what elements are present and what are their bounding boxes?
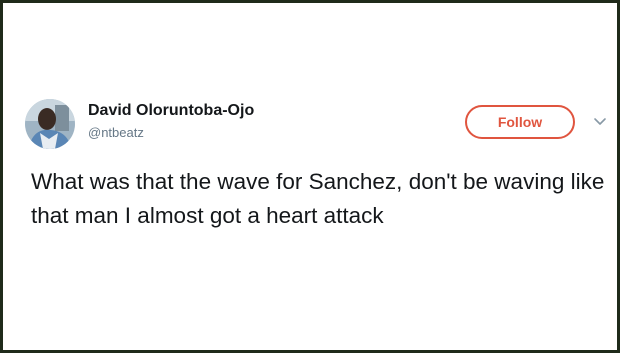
follow-button[interactable]: Follow — [465, 105, 575, 139]
tweet-text: What was that the wave for Sanchez, don'… — [31, 169, 605, 228]
avatar[interactable] — [25, 99, 75, 149]
chevron-down-icon[interactable] — [593, 114, 607, 128]
author-display-name[interactable]: David Oloruntoba-Ojo — [88, 102, 254, 120]
avatar-photo — [25, 99, 75, 149]
author-handle[interactable]: @ntbeatz — [88, 125, 144, 140]
tweet-card: David Oloruntoba-Ojo @ntbeatz Follow Wha… — [3, 3, 617, 350]
